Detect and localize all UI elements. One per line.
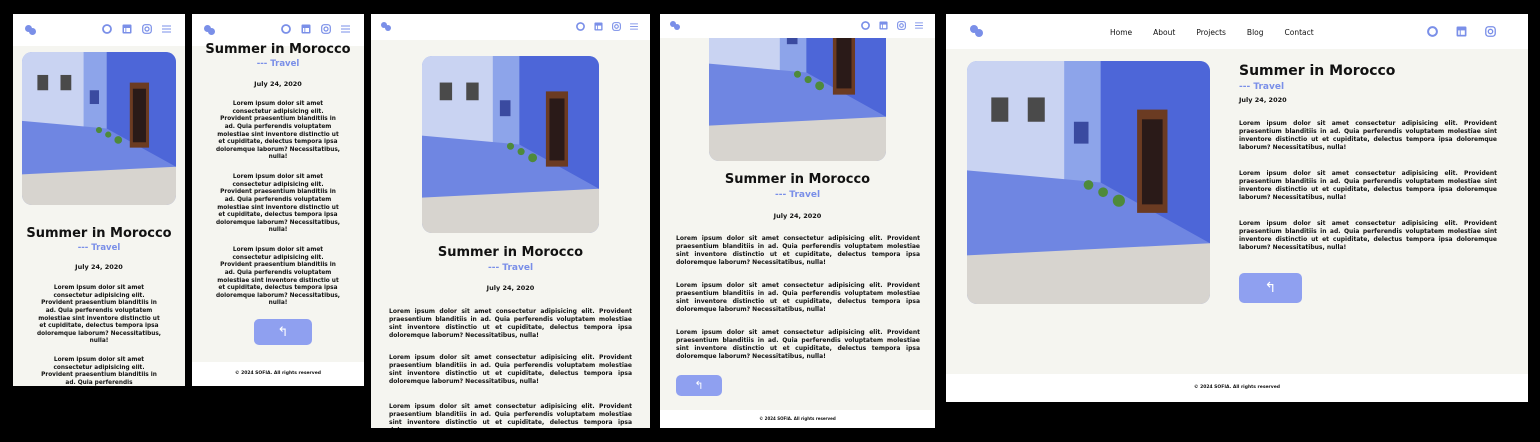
post-paragraph: Lorem ipsum dolor sit amet consectetur a… bbox=[216, 247, 341, 307]
logo-icon[interactable] bbox=[970, 25, 984, 37]
post-paragraph: Lorem ipsum dolor sit amet consectetur a… bbox=[216, 101, 341, 161]
social-icons bbox=[1427, 26, 1496, 37]
post-category[interactable]: --- Travel bbox=[13, 243, 185, 253]
github-icon[interactable] bbox=[281, 24, 291, 34]
post-paragraph: Lorem ipsum dolor sit amet consectetur a… bbox=[41, 357, 157, 386]
post-paragraph: Lorem ipsum dolor sit amet consectetur a… bbox=[1239, 220, 1497, 251]
back-button[interactable]: ↰ bbox=[676, 375, 722, 396]
linkedin-icon[interactable] bbox=[594, 22, 603, 31]
linkedin-icon[interactable] bbox=[1456, 26, 1467, 37]
logo-icon[interactable] bbox=[670, 21, 681, 30]
nav-link-about[interactable]: About bbox=[1153, 28, 1175, 37]
screen-desktop: Home About Projects Blog Contact Summer … bbox=[946, 14, 1528, 402]
post-paragraph: Lorem ipsum dolor sit amet consectetur a… bbox=[676, 282, 920, 313]
footer: © 2024 SOFIA. All rights reserved bbox=[660, 410, 935, 428]
menu-icon[interactable] bbox=[915, 22, 923, 29]
github-icon[interactable] bbox=[1427, 26, 1438, 37]
post-paragraph: Lorem ipsum dolor sit amet consectetur a… bbox=[676, 235, 920, 266]
post-date: July 24, 2020 bbox=[254, 80, 302, 88]
instagram-icon[interactable] bbox=[321, 24, 331, 34]
menu-icon[interactable] bbox=[162, 25, 171, 33]
back-arrow-icon: ↰ bbox=[694, 379, 704, 392]
linkedin-icon[interactable] bbox=[122, 24, 132, 34]
screen-tablet-2: Summer in Morocco --- Travel July 24, 20… bbox=[660, 14, 935, 428]
footer: © 2024 SOFIA. All rights reserved bbox=[192, 362, 364, 386]
post-paragraph: Lorem ipsum dolor sit amet consectetur a… bbox=[389, 403, 632, 428]
post-paragraph: Lorem ipsum dolor sit amet consectetur a… bbox=[216, 174, 341, 234]
navbar bbox=[371, 14, 650, 40]
post-date: July 24, 2020 bbox=[75, 263, 123, 271]
github-icon[interactable] bbox=[576, 22, 585, 31]
post-paragraph: Lorem ipsum dolor sit amet consectetur a… bbox=[1239, 120, 1497, 151]
post-paragraph: Lorem ipsum dolor sit amet consectetur a… bbox=[1239, 170, 1497, 201]
post-image bbox=[22, 52, 176, 205]
post-category[interactable]: --- Travel bbox=[1239, 82, 1284, 92]
github-icon[interactable] bbox=[102, 24, 112, 34]
post-category[interactable]: --- Travel bbox=[192, 59, 364, 69]
linkedin-icon[interactable] bbox=[301, 24, 311, 34]
nav-link-home[interactable]: Home bbox=[1110, 28, 1132, 37]
back-button[interactable]: ↰ bbox=[1239, 273, 1302, 303]
logo-icon[interactable] bbox=[204, 25, 216, 35]
post-category[interactable]: --- Travel bbox=[371, 263, 650, 273]
navbar bbox=[13, 14, 185, 46]
post-paragraph: Lorem ipsum dolor sit amet consectetur a… bbox=[389, 354, 632, 385]
back-button[interactable]: ↰ bbox=[254, 319, 312, 345]
nav-links: Home About Projects Blog Contact bbox=[1110, 28, 1314, 37]
footer: © 2024 SOFIA. All rights reserved bbox=[946, 374, 1528, 402]
screen-tablet-1: Summer in Morocco --- Travel July 24, 20… bbox=[371, 14, 650, 428]
menu-icon[interactable] bbox=[341, 25, 350, 33]
instagram-icon[interactable] bbox=[897, 21, 906, 30]
back-arrow-icon: ↰ bbox=[277, 324, 289, 340]
post-image bbox=[967, 61, 1210, 304]
github-icon[interactable] bbox=[861, 21, 870, 30]
social-icons bbox=[102, 24, 171, 34]
instagram-icon[interactable] bbox=[142, 24, 152, 34]
footer-copyright: © 2024 SOFIA. All rights reserved bbox=[759, 416, 836, 421]
linkedin-icon[interactable] bbox=[879, 21, 888, 30]
post-category[interactable]: --- Travel bbox=[660, 190, 935, 200]
navbar bbox=[660, 14, 935, 38]
post-paragraph: Lorem ipsum dolor sit amet consectetur a… bbox=[37, 285, 162, 345]
footer-copyright: © 2024 SOFIA. All rights reserved bbox=[1194, 385, 1280, 390]
post-title: Summer in Morocco bbox=[205, 42, 351, 57]
screen-mobile-1: Summer in Morocco --- Travel July 24, 20… bbox=[13, 14, 185, 386]
post-title: Summer in Morocco bbox=[437, 245, 584, 260]
post-date: July 24, 2020 bbox=[486, 284, 535, 292]
logo-icon[interactable] bbox=[25, 25, 37, 35]
post-paragraph: Lorem ipsum dolor sit amet consectetur a… bbox=[389, 308, 632, 339]
screen-mobile-2: Summer in Morocco --- Travel July 24, 20… bbox=[192, 14, 364, 386]
post-title: Summer in Morocco bbox=[724, 172, 871, 187]
instagram-icon[interactable] bbox=[1485, 26, 1496, 37]
post-paragraph: Lorem ipsum dolor sit amet consectetur a… bbox=[676, 329, 920, 360]
post-image bbox=[422, 56, 599, 233]
nav-link-contact[interactable]: Contact bbox=[1285, 28, 1314, 37]
social-icons bbox=[576, 22, 638, 31]
nav-link-projects[interactable]: Projects bbox=[1196, 28, 1226, 37]
post-date: July 24, 2020 bbox=[773, 212, 822, 220]
back-arrow-icon: ↰ bbox=[1264, 280, 1277, 296]
nav-link-blog[interactable]: Blog bbox=[1247, 28, 1264, 37]
navbar: Home About Projects Blog Contact bbox=[946, 14, 1528, 49]
post-title: Summer in Morocco bbox=[1239, 63, 1396, 79]
logo-icon[interactable] bbox=[381, 22, 392, 31]
post-title: Summer in Morocco bbox=[26, 226, 172, 241]
footer-copyright: © 2024 SOFIA. All rights reserved bbox=[235, 371, 321, 376]
menu-icon[interactable] bbox=[630, 23, 638, 30]
post-date: July 24, 2020 bbox=[1239, 96, 1287, 104]
social-icons bbox=[861, 21, 923, 30]
instagram-icon[interactable] bbox=[612, 22, 621, 31]
social-icons bbox=[281, 24, 350, 34]
